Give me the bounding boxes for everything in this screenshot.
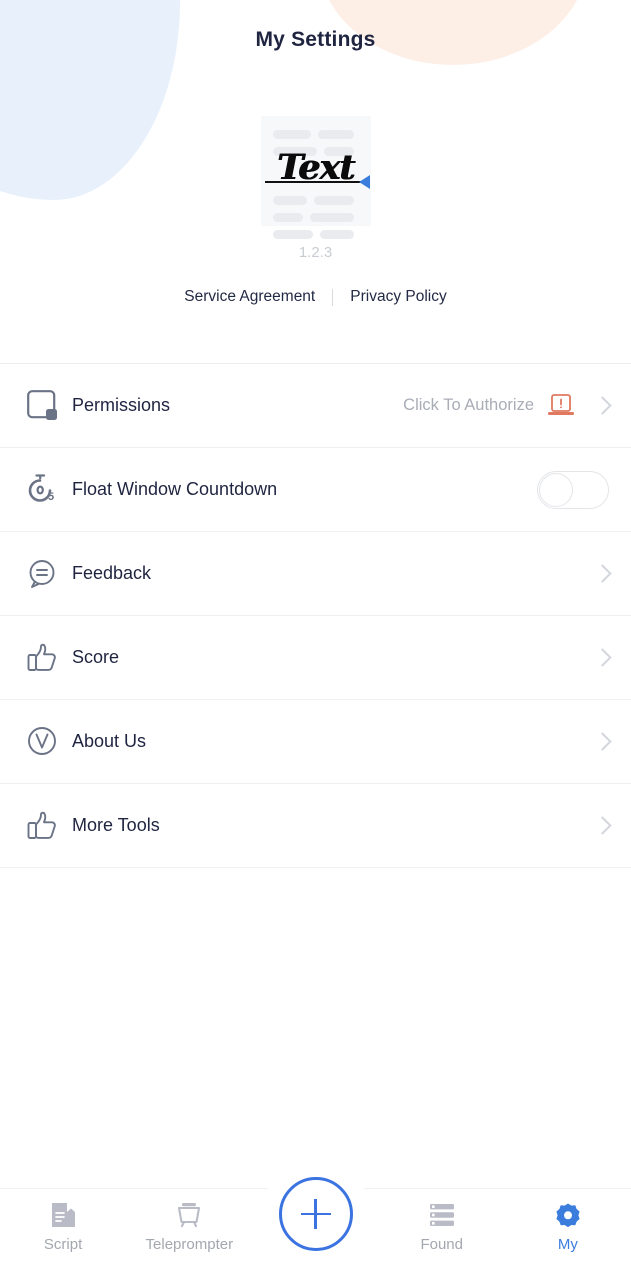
add-button[interactable]	[278, 1177, 353, 1251]
tab-my[interactable]: My	[505, 1201, 631, 1253]
tab-label: Script	[43, 1236, 83, 1253]
settings-row-feedback[interactable]: Feedback	[0, 532, 631, 616]
chevron-right-icon	[593, 732, 612, 751]
service-agreement-link[interactable]: Service Agreement	[184, 288, 315, 306]
stopwatch-5-icon: 5	[26, 473, 72, 507]
alert-laptop-icon	[546, 393, 576, 419]
settings-row-label: Feedback	[72, 563, 152, 583]
svg-text:5: 5	[48, 491, 54, 503]
settings-row-about-us[interactable]: About Us	[0, 700, 631, 784]
settings-row-label: About Us	[72, 731, 147, 751]
settings-row-more-tools[interactable]: More Tools	[0, 784, 631, 868]
thumbs-up-icon	[26, 809, 72, 843]
logo-wordmark: Text	[276, 147, 355, 188]
permissions-square-icon	[26, 389, 72, 423]
app-version: 1.2.3	[298, 244, 333, 261]
tab-label: My	[557, 1236, 578, 1253]
tab-label: Teleprompter	[145, 1236, 234, 1253]
settings-row-score[interactable]: Score	[0, 616, 631, 700]
permissions-status-text: Click To Authorize	[403, 396, 534, 414]
header-section: My Settings Text 1.2.3 Service Agreement…	[0, 0, 631, 363]
tab-script[interactable]: Script	[0, 1201, 126, 1253]
thumbs-up-icon	[26, 641, 72, 675]
chevron-right-icon	[593, 816, 612, 835]
privacy-policy-link[interactable]: Privacy Policy	[350, 288, 446, 306]
speech-bubble-icon	[26, 557, 72, 591]
tab-label: Found	[420, 1236, 463, 1253]
settings-screen: My Settings Text 1.2.3 Service Agreement…	[0, 0, 631, 1280]
legal-links: Service Agreement Privacy Policy	[0, 288, 631, 306]
circle-v-icon	[26, 725, 72, 759]
app-logo: Text	[260, 116, 371, 239]
page-title: My Settings	[255, 28, 376, 51]
teleprompter-icon	[175, 1201, 203, 1229]
plus-icon	[300, 1199, 331, 1229]
list-found-icon	[428, 1201, 456, 1229]
gear-icon	[555, 1201, 581, 1229]
chevron-right-icon	[593, 564, 612, 583]
settings-row-label: Score	[72, 647, 120, 667]
settings-row-float-window-countdown[interactable]: 5 Float Window Countdown	[0, 448, 631, 532]
float-window-countdown-toggle[interactable]	[537, 470, 609, 509]
legal-divider	[332, 288, 334, 306]
settings-list: Permissions Click To Authorize 5 Float W…	[0, 363, 631, 868]
toggle-knob	[539, 472, 573, 507]
script-document-icon	[51, 1201, 76, 1229]
chevron-right-icon	[593, 396, 612, 415]
tab-found[interactable]: Found	[379, 1201, 505, 1253]
settings-row-label: Permissions	[72, 395, 171, 415]
settings-row-permissions[interactable]: Permissions Click To Authorize	[0, 364, 631, 448]
logo-cursor-triangle-icon	[358, 175, 370, 189]
settings-row-label: Float Window Countdown	[72, 479, 278, 499]
settings-row-label: More Tools	[72, 815, 160, 835]
chevron-right-icon	[593, 648, 612, 667]
tab-teleprompter[interactable]: Teleprompter	[126, 1201, 252, 1253]
